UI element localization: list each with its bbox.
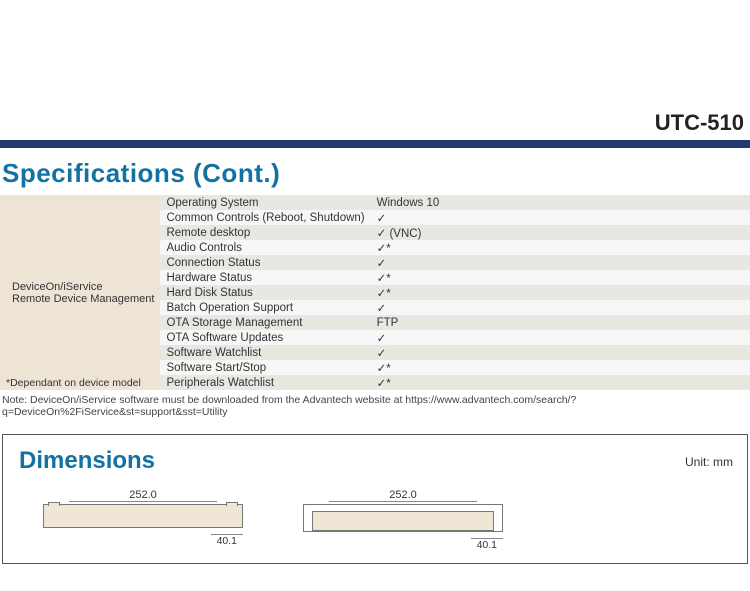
spec-category-cell: DeviceOn/iServiceRemote Device Managemen…	[0, 195, 160, 390]
value-cell: ✓*	[371, 240, 750, 255]
value-cell: ✓	[371, 345, 750, 360]
spec-table: DeviceOn/iServiceRemote Device Managemen…	[0, 195, 750, 390]
specs-section-title: Specifications (Cont.)	[2, 158, 750, 189]
value-cell: ✓	[371, 255, 750, 270]
feature-cell: Batch Operation Support	[160, 300, 370, 315]
table-row: DeviceOn/iServiceRemote Device Managemen…	[0, 195, 750, 210]
front-width-dim: 252.0	[69, 489, 217, 502]
value-cell: FTP	[371, 315, 750, 330]
category-line: Remote Device Management	[6, 293, 154, 305]
rear-panel-shape	[312, 511, 494, 531]
value-cell: ✓	[371, 210, 750, 225]
feature-cell: Connection Status	[160, 255, 370, 270]
value-cell: ✓	[371, 330, 750, 345]
product-code: UTC-510	[0, 0, 750, 136]
value-cell: ✓*	[371, 270, 750, 285]
feature-cell: Software Start/Stop	[160, 360, 370, 375]
feature-cell: OTA Storage Management	[160, 315, 370, 330]
feature-cell: Hard Disk Status	[160, 285, 370, 300]
dimensions-title: Dimensions	[19, 447, 155, 475]
dimensions-frame: Dimensions Unit: mm 252.0 40.1 252.0 40.…	[2, 434, 748, 564]
value-cell: ✓*	[371, 285, 750, 300]
value-cell: Windows 10	[371, 195, 750, 210]
front-panel-shape	[43, 504, 243, 528]
category-line: DeviceOn/iService	[6, 281, 154, 293]
value-cell: ✓*	[371, 375, 750, 390]
rear-panel-outer	[303, 504, 503, 532]
front-view-drawing: 252.0 40.1	[43, 485, 243, 549]
rear-view-drawing: 252.0 40.1	[303, 485, 503, 553]
feature-cell: Software Watchlist	[160, 345, 370, 360]
feature-cell: Common Controls (Reboot, Shutdown)	[160, 210, 370, 225]
dimensions-unit: Unit: mm	[685, 455, 733, 469]
front-depth-dim: 40.1	[211, 534, 243, 547]
rear-width-dim: 252.0	[329, 489, 477, 502]
feature-cell: Peripherals Watchlist	[160, 375, 370, 390]
rear-depth-dim: 40.1	[471, 538, 503, 551]
value-cell: ✓*	[371, 360, 750, 375]
category-note: *Dependant on device model	[0, 377, 141, 389]
feature-cell: Operating System	[160, 195, 370, 210]
value-cell: ✓	[371, 300, 750, 315]
feature-cell: Hardware Status	[160, 270, 370, 285]
feature-cell: Remote desktop	[160, 225, 370, 240]
feature-cell: OTA Software Updates	[160, 330, 370, 345]
value-cell: ✓ (VNC)	[371, 225, 750, 240]
feature-cell: Audio Controls	[160, 240, 370, 255]
spec-footnote: Note: DeviceOn/iService software must be…	[2, 394, 748, 418]
header-rule	[0, 140, 750, 148]
